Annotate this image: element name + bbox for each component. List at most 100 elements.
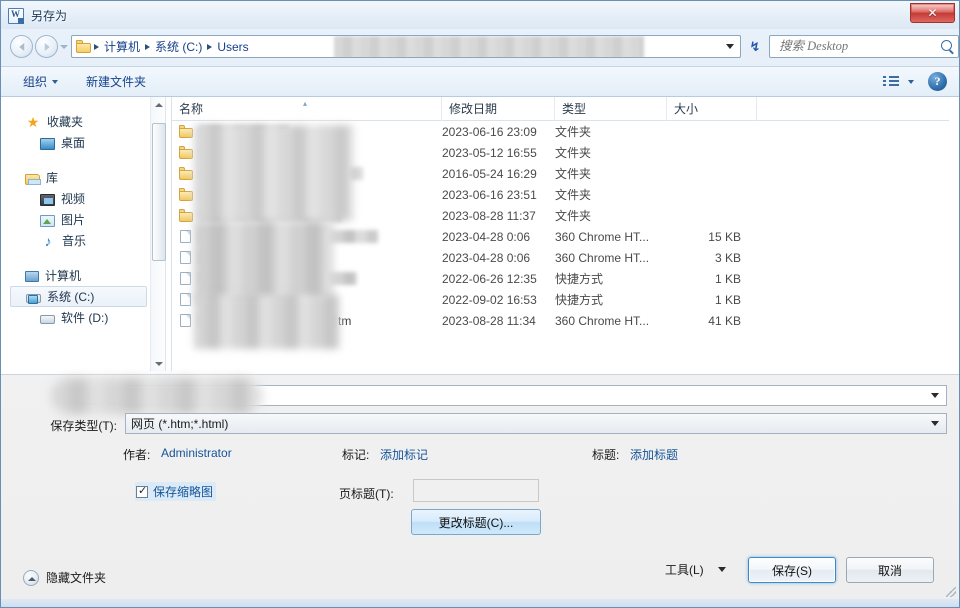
hide-folders-button[interactable]: 隐藏文件夹 <box>23 569 106 586</box>
scroll-up-button[interactable] <box>151 97 167 112</box>
navigation-pane-scrollbar[interactable] <box>150 97 166 371</box>
tags-label: 标记: <box>342 448 370 462</box>
cell-date: 2022-06-26 12:35 <box>442 271 537 286</box>
refresh-button[interactable]: ↯ <box>743 35 767 58</box>
table-row[interactable]: 2023-05-12 16:55 文件夹 <box>172 142 949 163</box>
sidebar-label-libraries: 库 <box>46 171 59 185</box>
scroll-down-button[interactable] <box>151 356 167 371</box>
view-mode-icon[interactable] <box>883 75 900 88</box>
cancel-button[interactable]: 取消 <box>846 557 934 583</box>
page-title-input[interactable] <box>413 479 539 502</box>
music-icon: ♪ <box>44 232 52 249</box>
organize-button[interactable]: 组织 <box>15 69 66 94</box>
column-header-size[interactable]: 大小 <box>667 97 757 121</box>
filename-visible-tail: tm <box>338 313 352 328</box>
chevron-down-icon <box>717 567 726 572</box>
desktop-icon <box>40 137 55 150</box>
savetype-combobox[interactable]: 网页 (*.htm;*.html) <box>125 413 947 434</box>
address-dropdown-icon[interactable] <box>726 44 734 49</box>
redacted-filename <box>198 230 378 243</box>
checkbox-checked-icon <box>136 484 148 498</box>
close-button[interactable]: ✕ <box>910 3 955 23</box>
sidebar-item-favorites[interactable]: ★ 收藏夹 <box>9 111 149 132</box>
cell-name <box>172 209 442 222</box>
save-thumbnail-checkbox[interactable]: 保存缩略图 <box>135 482 217 501</box>
forward-button[interactable] <box>35 35 58 58</box>
help-icon[interactable]: ? <box>928 72 947 91</box>
sidebar-item-system-c[interactable]: 系统 (C:) <box>10 286 147 307</box>
sidebar-item-videos[interactable]: 视频 <box>9 188 149 209</box>
table-row[interactable]: 2023-06-16 23:09 文件夹 <box>172 121 949 142</box>
cell-name <box>172 167 442 180</box>
savetype-value: 网页 (*.htm;*.html) <box>131 417 229 431</box>
change-title-button[interactable]: 更改标题(C)... <box>411 509 541 535</box>
column-header-date[interactable]: 修改日期 <box>442 97 555 121</box>
sidebar-label-desktop: 桌面 <box>61 136 86 150</box>
search-box[interactable] <box>769 35 959 58</box>
breadcrumb-separator-icon <box>145 43 151 50</box>
cell-name <box>172 125 442 138</box>
cell-name <box>172 250 442 265</box>
tools-button[interactable]: 工具(L) <box>665 561 726 578</box>
table-row[interactable]: 2023-04-28 0:06 360 Chrome HT... 15 KB <box>172 226 949 247</box>
sidebar-item-desktop[interactable]: 桌面 <box>9 132 149 153</box>
system-drive-icon <box>26 294 41 304</box>
breadcrumb-item-system-c[interactable]: 系统 (C:) <box>152 38 205 55</box>
cell-type: 文件夹 <box>555 146 592 160</box>
resize-grip[interactable] <box>946 587 956 597</box>
sidebar-item-software-d[interactable]: 软件 (D:) <box>9 307 149 328</box>
redacted-filename <box>199 167 363 180</box>
sidebar-item-computer[interactable]: 计算机 <box>9 265 149 286</box>
scrollbar-thumb[interactable] <box>152 123 166 261</box>
filename-dropdown-icon[interactable] <box>931 393 939 398</box>
savetype-dropdown-icon[interactable] <box>931 421 939 426</box>
picture-icon <box>40 214 55 227</box>
cell-type: 360 Chrome HT... <box>555 229 650 244</box>
redacted-filename <box>199 146 326 159</box>
cell-size: 41 KB <box>708 313 741 328</box>
cell-type: 文件夹 <box>555 188 592 202</box>
breadcrumb-item-computer[interactable]: 计算机 <box>101 38 143 55</box>
filename-combobox[interactable]: tm <box>125 385 947 406</box>
author-value[interactable]: Administrator <box>161 446 232 460</box>
cell-name <box>172 292 442 307</box>
sidebar-label-pictures: 图片 <box>61 213 86 227</box>
title-value[interactable]: 添加标题 <box>630 446 678 463</box>
view-mode-dropdown-icon[interactable] <box>908 79 914 84</box>
tags-value[interactable]: 添加标记 <box>380 446 428 463</box>
redacted-filename <box>199 209 342 222</box>
table-row[interactable]: 2023-04-28 0:06 360 Chrome HT... 3 KB <box>172 247 949 268</box>
address-bar[interactable]: 计算机 系统 (C:) Users <box>71 35 741 58</box>
sidebar-item-pictures[interactable]: 图片 <box>9 209 149 230</box>
table-row[interactable]: 2023-06-16 23:51 文件夹 <box>172 184 949 205</box>
video-icon <box>40 193 55 206</box>
chevron-up-circle-icon <box>23 569 39 586</box>
folder-icon <box>179 146 194 159</box>
sidebar-label-computer: 计算机 <box>45 269 82 283</box>
cell-name <box>172 146 442 159</box>
recent-locations-button[interactable] <box>58 35 70 58</box>
cell-date: 2023-06-16 23:51 <box>442 187 537 202</box>
file-list-view: 名称 修改日期 类型 大小 ▴ 2023-06-16 23:09 文件夹 2023-… <box>171 97 949 371</box>
table-row[interactable]: 2023-08-28 11:37 文件夹 <box>172 205 949 226</box>
table-row[interactable]: 2022-09-02 16:53 快捷方式 1 KB <box>172 289 949 310</box>
cell-date: 2023-05-12 16:55 <box>442 145 537 160</box>
table-row[interactable]: tm 2023-08-28 11:34 360 Chrome HT... 41 KB <box>172 310 949 331</box>
cell-type: 文件夹 <box>555 125 592 139</box>
cell-date: 2023-08-28 11:34 <box>442 313 536 328</box>
sidebar-item-music[interactable]: ♪ 音乐 <box>9 230 149 251</box>
document-icon <box>179 313 193 328</box>
folder-icon <box>179 167 194 180</box>
breadcrumb-item-users[interactable]: Users <box>214 40 251 54</box>
search-input[interactable] <box>777 38 937 55</box>
cell-type: 360 Chrome HT... <box>555 250 650 265</box>
new-folder-button[interactable]: 新建文件夹 <box>78 69 154 94</box>
save-button[interactable]: 保存(S) <box>748 557 836 583</box>
file-list-header: 名称 修改日期 类型 大小 ▴ <box>172 97 949 121</box>
table-row[interactable]: 2016-05-24 16:29 文件夹 <box>172 163 949 184</box>
sidebar-item-libraries[interactable]: 库 <box>9 167 149 188</box>
save-as-dialog: 另存为 ✕ 计算机 系统 (C:) Users ↯ <box>0 0 960 608</box>
column-header-type[interactable]: 类型 <box>555 97 667 121</box>
table-row[interactable]: 2022-06-26 12:35 快捷方式 1 KB <box>172 268 949 289</box>
back-button[interactable] <box>10 35 33 58</box>
